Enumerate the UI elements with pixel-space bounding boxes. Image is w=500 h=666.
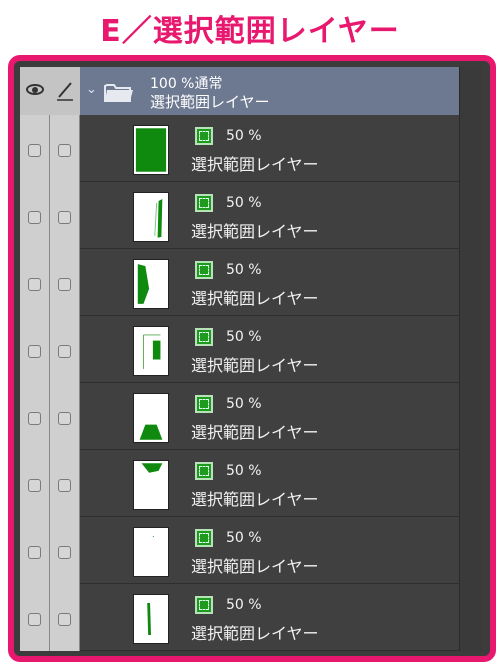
layer-row[interactable]: 50 % 選択範囲レイヤー — [20, 316, 482, 383]
layer-thumbnail — [133, 594, 169, 644]
eye-icon[interactable] — [26, 84, 44, 95]
layer-name: 選択範囲レイヤー — [191, 155, 319, 174]
visibility-checkbox[interactable] — [28, 345, 41, 358]
lock-checkbox[interactable] — [58, 211, 71, 224]
selection-layer-icon — [195, 127, 213, 145]
layer-folder-row[interactable]: ⌄ 100 %通常 選択範囲レイヤー — [20, 67, 460, 115]
selection-layer-icon — [195, 395, 213, 413]
layer-row[interactable]: 50 % 選択範囲レイヤー — [20, 249, 482, 316]
layer-opacity: 50 % — [226, 530, 262, 546]
folder-blend-mode: 100 %通常 — [150, 76, 223, 92]
layer-thumbnail — [133, 393, 169, 443]
header-icon-area — [20, 67, 80, 115]
layer-opacity: 50 % — [226, 195, 262, 211]
visibility-checkbox[interactable] — [28, 412, 41, 425]
visibility-checkbox[interactable] — [28, 613, 41, 626]
visibility-checkbox[interactable] — [28, 479, 41, 492]
selection-layer-icon — [195, 328, 213, 346]
lock-checkbox[interactable] — [58, 144, 71, 157]
layer-opacity: 50 % — [226, 329, 262, 345]
layer-row[interactable]: 50 % 選択範囲レイヤー — [20, 383, 482, 450]
folder-name: 選択範囲レイヤー — [150, 93, 270, 111]
layer-name: 選択範囲レイヤー — [191, 222, 319, 241]
lock-checkbox[interactable] — [58, 278, 71, 291]
highlight-frame: ⌄ 100 %通常 選択範囲レイヤー 50 % 選択範囲レイヤー 50 % 選択… — [8, 55, 496, 662]
layer-row[interactable]: 50 % 選択範囲レイヤー — [20, 517, 482, 584]
layer-name: 選択範囲レイヤー — [191, 557, 319, 576]
layer-opacity: 50 % — [226, 463, 262, 479]
layer-thumbnail — [133, 326, 169, 376]
layer-name: 選択範囲レイヤー — [191, 624, 319, 643]
page-heading: E／選択範囲レイヤー — [100, 14, 400, 49]
layer-row[interactable]: 50 % 選択範囲レイヤー — [20, 115, 482, 182]
selection-layer-icon — [195, 529, 213, 547]
layer-row[interactable]: 50 % 選択範囲レイヤー — [20, 584, 482, 651]
lock-checkbox[interactable] — [58, 613, 71, 626]
lock-checkbox[interactable] — [58, 479, 71, 492]
pen-icon[interactable] — [56, 79, 74, 101]
lock-checkbox[interactable] — [58, 345, 71, 358]
scrollbar[interactable] — [459, 67, 482, 651]
layer-opacity: 50 % — [226, 128, 262, 144]
lock-checkbox[interactable] — [58, 546, 71, 559]
layer-thumbnail — [133, 259, 169, 309]
layer-panel: ⌄ 100 %通常 選択範囲レイヤー 50 % 選択範囲レイヤー 50 % 選択… — [20, 67, 482, 651]
selection-layer-icon — [195, 596, 213, 614]
chevron-down-icon[interactable]: ⌄ — [86, 82, 97, 97]
visibility-checkbox[interactable] — [28, 211, 41, 224]
layer-thumbnail — [133, 460, 169, 510]
selection-layer-icon — [195, 194, 213, 212]
layer-thumbnail — [133, 527, 169, 577]
layer-name: 選択範囲レイヤー — [191, 356, 319, 375]
visibility-checkbox[interactable] — [28, 144, 41, 157]
layer-row[interactable]: 50 % 選択範囲レイヤー — [20, 182, 482, 249]
folder-icon — [104, 84, 133, 102]
visibility-checkbox[interactable] — [28, 546, 41, 559]
layer-thumbnail — [133, 192, 169, 242]
selection-layer-icon — [195, 261, 213, 279]
layer-name: 選択範囲レイヤー — [191, 289, 319, 308]
layer-row[interactable]: 50 % 選択範囲レイヤー — [20, 450, 482, 517]
layer-opacity: 50 % — [226, 262, 262, 278]
lock-checkbox[interactable] — [58, 412, 71, 425]
layer-opacity: 50 % — [226, 396, 262, 412]
visibility-checkbox[interactable] — [28, 278, 41, 291]
layer-name: 選択範囲レイヤー — [191, 423, 319, 442]
layer-thumbnail — [133, 125, 169, 175]
selection-layer-icon — [195, 462, 213, 480]
layer-opacity: 50 % — [226, 597, 262, 613]
layer-name: 選択範囲レイヤー — [191, 490, 319, 509]
